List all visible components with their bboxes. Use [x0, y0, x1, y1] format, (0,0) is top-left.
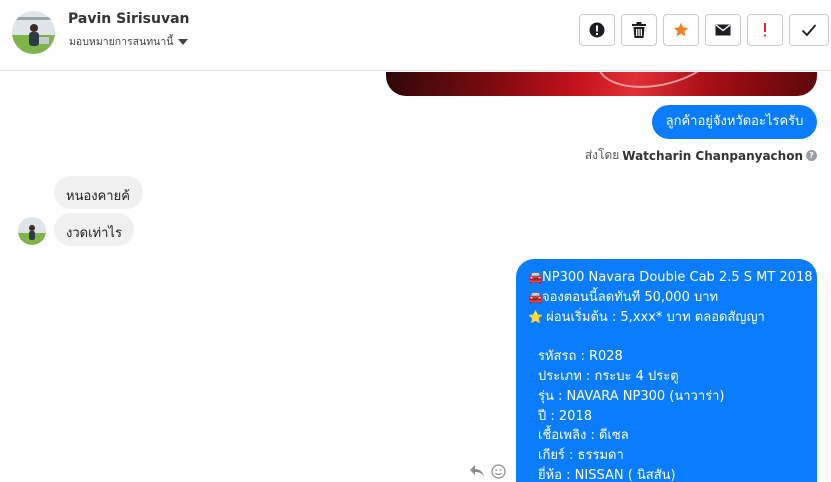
- star-icon: [673, 22, 689, 37]
- caret-down-icon: [178, 39, 189, 45]
- envelope-icon: [715, 24, 731, 36]
- message-hover-actions: [469, 464, 506, 479]
- detail-type: ประเภท : กระบะ 4 ประตู: [538, 368, 679, 384]
- assign-conversation-dropdown[interactable]: มอบหมายการสนทนานี้: [69, 33, 189, 50]
- car-icon: 🚘: [528, 270, 543, 284]
- emoji-reaction-icon[interactable]: [491, 464, 506, 479]
- reply-icon[interactable]: [469, 464, 485, 478]
- discount-line: 🚘จองตอนนี้ลดทันที 50,000 บาท: [528, 288, 805, 308]
- installment-line: ⭐ ผ่อนเริ่มต้น : 5,xxx* บาท ตลอดสัญญา: [528, 308, 805, 328]
- trash-icon: [632, 22, 646, 38]
- detail-model: รุ่น : NAVARA NP300 (นาวาร่า): [538, 388, 725, 404]
- check-icon: [801, 24, 817, 37]
- exclamation-circle-icon: [589, 22, 605, 38]
- detail-year: ปี : 2018: [538, 408, 592, 424]
- report-spam-button[interactable]: [579, 14, 615, 46]
- contact-avatar-small[interactable]: [18, 217, 46, 245]
- sent-by-prefix: ส่งโดย: [584, 148, 620, 162]
- car-icon: 🚘: [528, 289, 543, 304]
- detail-brand: ยี่ห้อ : NISSAN ( นิสสัน): [538, 467, 676, 482]
- mark-unread-button[interactable]: [705, 14, 741, 46]
- message-text: ลูกค้าอยู่จังหวัดอะไรครับ: [665, 114, 804, 129]
- outgoing-message[interactable]: ลูกค้าอยู่จังหวัดอะไรครับ: [652, 105, 817, 139]
- conversation-header: Pavin Sirisuvan มอบหมายการสนทนานี้: [0, 0, 831, 71]
- message-thread[interactable]: ลูกค้าอยู่จังหวัดอะไรครับ ส่งโดย Watchar…: [0, 72, 831, 482]
- contact-name[interactable]: Pavin Sirisuvan: [68, 11, 190, 27]
- detail-code: รหัสรถ : R028: [538, 349, 623, 365]
- image-highlight: [590, 72, 726, 96]
- delete-button[interactable]: [621, 14, 657, 46]
- incoming-message[interactable]: หนองคายค้: [54, 176, 143, 209]
- outgoing-car-offer-message[interactable]: 🚘NP300 Navara Double Cab 2.5 S MT 2018 🚘…: [516, 259, 817, 482]
- help-icon[interactable]: ?: [806, 150, 817, 161]
- message-text: งวดเท่าไร: [66, 226, 122, 241]
- header-actions: [579, 14, 829, 46]
- follow-up-button[interactable]: [747, 14, 783, 46]
- sent-by-label: ส่งโดย Watcharin Chanpanyachon ?: [585, 146, 817, 165]
- mark-done-button[interactable]: [789, 14, 829, 46]
- image-attachment[interactable]: [386, 72, 817, 96]
- exclamation-icon: [764, 23, 766, 37]
- star-icon: ⭐: [528, 309, 543, 324]
- incoming-message[interactable]: งวดเท่าไร: [54, 213, 134, 246]
- contact-avatar[interactable]: [12, 11, 55, 54]
- detail-fuel: เชื้อเพลิง : ดีเซล: [538, 428, 629, 444]
- sender-name: Watcharin Chanpanyachon: [622, 148, 803, 163]
- car-title-line: 🚘NP300 Navara Double Cab 2.5 S MT 2018: [528, 268, 813, 288]
- message-text: หนองคายค้: [66, 189, 130, 204]
- detail-gear: เกียร์ : ธรรมดา: [538, 448, 624, 464]
- star-button[interactable]: [663, 14, 699, 46]
- assign-label: มอบหมายการสนทนานี้: [69, 36, 174, 48]
